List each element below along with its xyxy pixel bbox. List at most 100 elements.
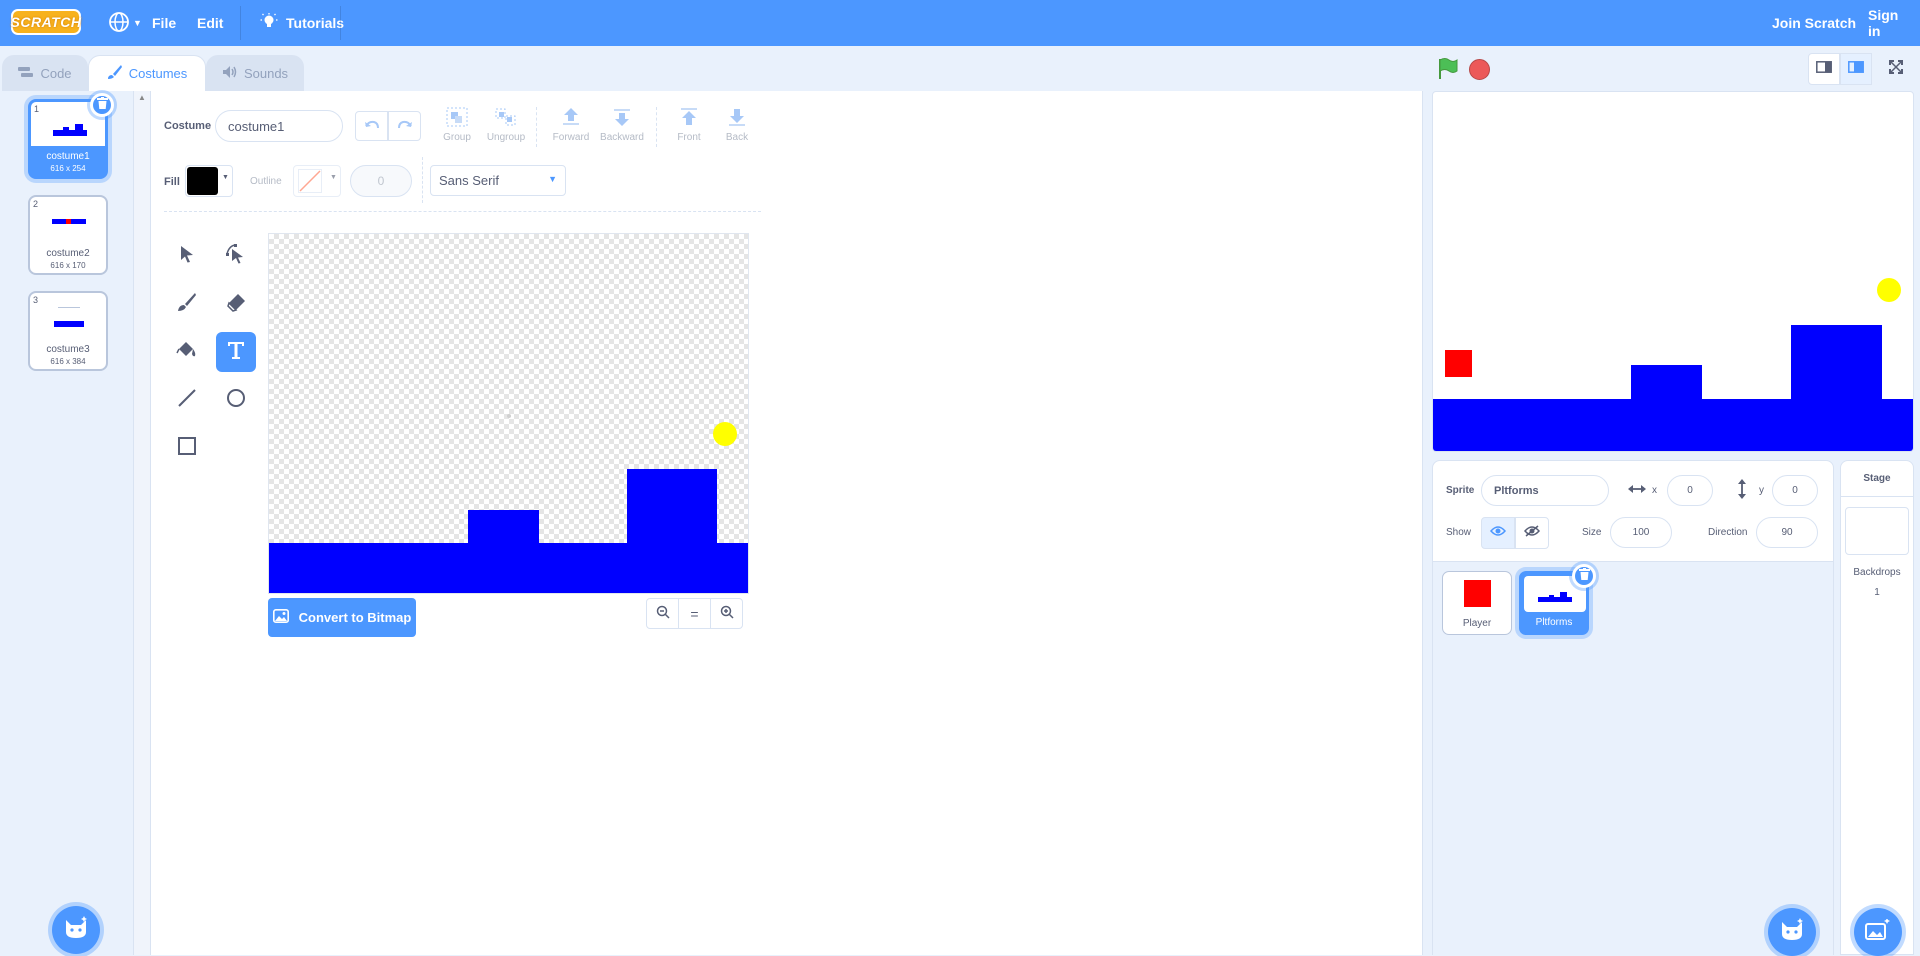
stage-canvas[interactable] (1432, 91, 1914, 452)
outline-color-picker[interactable]: ▼ (293, 165, 341, 197)
code-icon (18, 66, 34, 81)
stage-target-panel[interactable]: Stage Backdrops 1 (1840, 460, 1914, 956)
brush-tool[interactable] (167, 284, 207, 324)
backward-button[interactable]: Backward (597, 107, 647, 151)
line-icon (177, 388, 197, 413)
lightbulb-icon (260, 12, 278, 34)
eraser-tool[interactable] (216, 284, 256, 324)
backdrop-icon (1865, 917, 1891, 946)
line-tool[interactable] (167, 380, 207, 420)
sprite-tile-pltforms[interactable]: Pltforms (1519, 564, 1596, 635)
stage-header (1423, 46, 1920, 91)
redo-button[interactable] (388, 111, 421, 141)
front-button[interactable]: Front (669, 107, 709, 151)
sun-shape (713, 422, 737, 446)
x-input[interactable]: 0 (1667, 475, 1713, 506)
scratch-logo[interactable]: SCRATCH (11, 9, 81, 35)
ungroup-icon (494, 108, 518, 131)
direction-input[interactable]: 90 (1756, 517, 1818, 548)
platform-step-small (468, 510, 539, 543)
show-sprite-button[interactable] (1481, 517, 1515, 549)
large-stage-button[interactable] (1840, 53, 1872, 85)
costume-name: costume3 (46, 344, 90, 355)
globe-icon (108, 11, 130, 36)
delete-sprite-button[interactable] (1572, 564, 1596, 588)
green-flag-button[interactable] (1436, 57, 1460, 86)
convert-to-bitmap-label: Convert to Bitmap (298, 610, 412, 625)
trash-icon (1578, 567, 1590, 585)
paint-canvas[interactable] (268, 233, 749, 594)
tab-costumes-label: Costumes (128, 66, 188, 81)
brush-icon (177, 292, 197, 317)
outline-width-input[interactable]: 0 (350, 165, 412, 197)
tutorials-label: Tutorials (286, 15, 345, 31)
reshape-tool[interactable] (216, 236, 256, 276)
sprite-info: Sprite Pltforms x 0 y 0 Show Size 100 Di… (1433, 461, 1833, 562)
stop-button[interactable] (1469, 59, 1490, 80)
forward-icon (560, 108, 582, 131)
front-label: Front (677, 132, 701, 143)
large-stage-icon (1848, 60, 1864, 78)
eye-icon (1490, 524, 1506, 542)
costume-list-scrollbar[interactable]: ▲ (134, 91, 151, 955)
edit-menu[interactable]: Edit (185, 0, 235, 46)
costume-name-input[interactable]: costume1 (215, 110, 343, 142)
fullscreen-button[interactable] (1880, 53, 1912, 85)
costume-tile[interactable]: 1 costume1 616 x 254 (28, 93, 114, 179)
font-dropdown[interactable]: Sans Serif ▼ (430, 165, 566, 196)
zoom-reset-button[interactable]: = (678, 598, 711, 629)
back-icon (726, 109, 748, 131)
sprite-name-input[interactable]: Pltforms (1481, 475, 1609, 506)
undo-button[interactable] (355, 111, 388, 141)
hide-sprite-button[interactable] (1515, 517, 1549, 549)
divider (240, 6, 241, 40)
no-color-icon (298, 169, 322, 198)
y-label: y (1759, 485, 1764, 496)
select-tool[interactable] (167, 236, 207, 276)
ungroup-button[interactable]: Ungroup (483, 107, 529, 151)
fill-color-picker[interactable]: ▼ (185, 165, 233, 197)
convert-to-bitmap-button[interactable]: Convert to Bitmap (268, 598, 416, 637)
circle-tool[interactable] (216, 380, 256, 420)
backdrops-label: Backdrops (1853, 567, 1901, 578)
delete-costume-button[interactable] (90, 93, 114, 117)
group-button[interactable]: Group (437, 107, 477, 151)
tab-code[interactable]: Code (2, 55, 88, 91)
eye-slash-icon (1524, 524, 1540, 542)
forward-button[interactable]: Forward (549, 107, 593, 151)
file-menu[interactable]: File (140, 0, 188, 46)
front-icon (678, 108, 700, 131)
choose-costume-button[interactable] (52, 906, 100, 954)
sprite-tile-player[interactable]: Player (1442, 571, 1512, 635)
tab-costumes[interactable]: Costumes (88, 55, 206, 91)
image-icon (272, 609, 289, 626)
choose-sprite-button[interactable] (1768, 908, 1816, 956)
player-sprite[interactable] (1445, 350, 1472, 377)
choose-backdrop-button[interactable] (1854, 908, 1902, 956)
back-button[interactable]: Back (717, 107, 757, 151)
backdrops-count: 1 (1874, 587, 1880, 598)
costume-tile[interactable]: 2 costume2 616 x 170 (28, 195, 108, 275)
zoom-in-button[interactable] (710, 598, 743, 629)
join-scratch-button[interactable]: Join Scratch (1760, 0, 1868, 46)
y-input[interactable]: 0 (1772, 475, 1818, 506)
sun-sprite (1877, 278, 1901, 302)
divider (656, 107, 657, 147)
x-label: x (1652, 485, 1657, 496)
rectangle-tool[interactable] (167, 428, 207, 468)
text-icon (225, 339, 247, 366)
speaker-icon (222, 65, 238, 82)
tab-sounds[interactable]: Sounds (206, 55, 304, 91)
menu-bar: SCRATCH ▼ File Edit Tutorials Join Scrat… (0, 0, 1920, 46)
scroll-up-icon[interactable]: ▲ (138, 93, 146, 102)
zoom-out-button[interactable] (646, 598, 679, 629)
costume-number: 2 (33, 199, 39, 209)
reshape-icon (225, 243, 247, 270)
cat-icon (1779, 917, 1805, 947)
fill-tool[interactable] (167, 332, 207, 372)
sign-in-button[interactable]: Sign in (1856, 0, 1920, 46)
size-input[interactable]: 100 (1610, 517, 1672, 548)
costume-tile[interactable]: 3 costume3 616 x 384 (28, 291, 108, 371)
text-tool[interactable] (216, 332, 256, 372)
small-stage-button[interactable] (1808, 53, 1840, 85)
